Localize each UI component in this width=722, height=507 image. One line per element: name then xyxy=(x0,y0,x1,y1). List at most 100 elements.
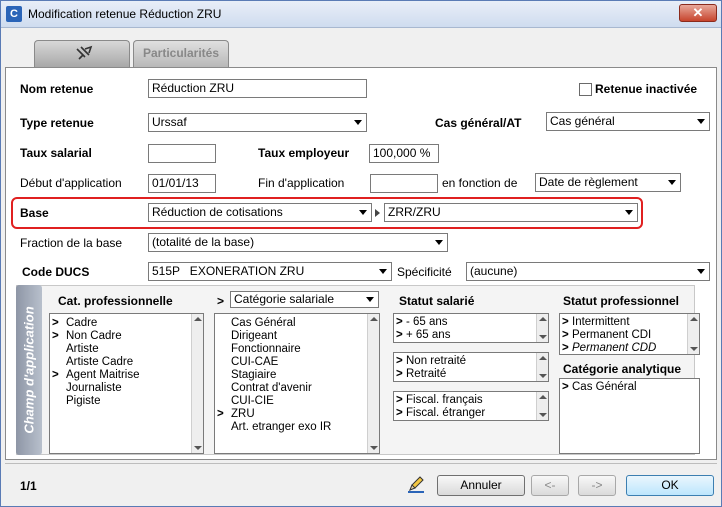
list-item-label: CUI-CAE xyxy=(231,356,279,368)
taux-employeur-input[interactable]: 100,000 % xyxy=(369,144,439,163)
list-item[interactable]: Artiste xyxy=(50,343,203,356)
list-item-label: Fiscal. français xyxy=(406,394,483,406)
nom-retenue-input[interactable]: Réduction ZRU xyxy=(148,79,367,98)
fraction-label: Fraction de la base xyxy=(20,236,123,250)
scroll-up-icon xyxy=(539,395,547,399)
list-item-marker: > xyxy=(562,381,569,393)
next-button[interactable]: -> xyxy=(578,475,616,496)
prev-button[interactable]: <- xyxy=(531,475,569,496)
close-button[interactable]: ✕ xyxy=(679,4,717,22)
list-item-label: Pigiste xyxy=(66,395,101,407)
list-item[interactable]: > Non Cadre xyxy=(50,330,203,343)
list-item[interactable]: > + 65 ans xyxy=(394,329,548,342)
scroll-up-icon xyxy=(690,317,698,321)
list-item-label: + 65 ans xyxy=(406,329,451,341)
code-ducs-select[interactable]: 515P EXONERATION ZRU xyxy=(148,262,392,281)
taux-salarial-input[interactable] xyxy=(148,144,216,163)
scroll-up-icon xyxy=(539,356,547,360)
chevron-down-icon xyxy=(668,180,676,185)
dialog-window: C Modification retenue Réduction ZRU ✕ P… xyxy=(0,0,722,507)
cat-sal-select[interactable]: Catégorie salariale xyxy=(230,291,379,308)
list-item[interactable]: > Agent Maitrise xyxy=(50,369,203,382)
list-item-marker: > xyxy=(52,330,59,342)
cat-pro-list[interactable]: > Cadre > Non Cadre Artiste Artiste Cadre > Age… xyxy=(49,313,204,454)
list-item[interactable]: > Cadre xyxy=(50,317,203,330)
scrollbar[interactable] xyxy=(536,353,548,381)
retenue-inactivee-checkbox[interactable] xyxy=(579,83,592,96)
list-item-label: Permanent CDD xyxy=(572,342,657,354)
scroll-up-icon xyxy=(194,317,202,321)
list-item[interactable]: Dirigeant xyxy=(215,330,379,343)
scroll-down-icon xyxy=(539,335,547,339)
list-item[interactable]: > Intermittent xyxy=(560,316,699,329)
list-item[interactable]: > - 65 ans xyxy=(394,316,548,329)
list-item[interactable]: > Non retraité xyxy=(394,355,548,368)
tab-general[interactable] xyxy=(34,40,130,67)
pencil-icon[interactable] xyxy=(406,474,426,494)
list-item[interactable]: Art. etranger exo IR xyxy=(215,421,379,434)
scrollbar[interactable] xyxy=(536,314,548,342)
list-item-label: Agent Maitrise xyxy=(66,369,140,381)
debut-application-input[interactable]: 01/01/13 xyxy=(148,174,216,193)
chevron-down-icon xyxy=(435,240,443,245)
base-highlight-frame xyxy=(11,197,643,229)
cat-ana-list[interactable]: > Cas Général xyxy=(559,378,700,454)
list-item[interactable]: > Retraité xyxy=(394,368,548,381)
cas-general-select[interactable]: Cas général xyxy=(546,112,710,131)
statut-pro-title: Statut professionnel xyxy=(563,294,680,308)
scroll-down-icon xyxy=(370,446,378,450)
list-item-label: Fonctionnaire xyxy=(231,343,301,355)
list-item[interactable]: CUI-CIE xyxy=(215,395,379,408)
scrollbar[interactable] xyxy=(191,314,203,453)
taux-employeur-label: Taux employeur xyxy=(258,146,350,160)
pin-icon xyxy=(76,45,93,60)
list-item-label: Permanent CDI xyxy=(572,329,652,341)
list-item[interactable]: > Fiscal. français xyxy=(394,394,548,407)
annuler-button[interactable]: Annuler xyxy=(437,475,525,496)
list-item-label: Artiste Cadre xyxy=(66,356,134,368)
fraction-select[interactable]: (totalité de la base) xyxy=(148,233,448,252)
en-fonction-select[interactable]: Date de règlement xyxy=(535,173,681,192)
cat-sal-list[interactable]: Cas Général Dirigeant Fonctionnaire CUI-CAE… xyxy=(214,313,380,454)
statut-sal-title: Statut salarié xyxy=(399,294,475,308)
title-bar: C Modification retenue Réduction ZRU ✕ xyxy=(1,1,721,28)
chevron-down-icon xyxy=(697,269,705,274)
type-retenue-select[interactable]: Urssaf xyxy=(148,113,367,132)
list-item[interactable]: Cas Général xyxy=(215,317,379,330)
list-item-label: ZRU xyxy=(231,408,255,420)
list-item-label: Non Cadre xyxy=(66,330,122,342)
list-item-marker: > xyxy=(396,355,403,367)
list-item[interactable]: Pigiste xyxy=(50,395,203,408)
list-item[interactable]: Fonctionnaire xyxy=(215,343,379,356)
ok-button[interactable]: OK xyxy=(626,475,714,496)
list-item[interactable]: Contrat d'avenir xyxy=(215,382,379,395)
scrollbar[interactable] xyxy=(367,314,379,453)
debut-application-label: Début d'application xyxy=(20,176,122,190)
list-item[interactable]: > Fiscal. étranger xyxy=(394,407,548,420)
statut-pro-list[interactable]: > Intermittent > Permanent CDI > Permanent CD… xyxy=(559,313,700,355)
age-list[interactable]: > - 65 ans > + 65 ans xyxy=(393,313,549,343)
fiscal-list[interactable]: > Fiscal. français > Fiscal. étranger xyxy=(393,391,549,421)
list-item-marker: > xyxy=(562,342,569,354)
list-item[interactable]: Stagiaire xyxy=(215,369,379,382)
list-item[interactable]: CUI-CAE xyxy=(215,356,379,369)
chevron-down-icon xyxy=(354,120,362,125)
scrollbar[interactable] xyxy=(536,392,548,420)
list-item[interactable]: > Permanent CDI xyxy=(560,329,699,342)
fin-application-input[interactable] xyxy=(370,174,438,193)
list-item[interactable]: > Cas Général xyxy=(560,381,699,394)
specificite-select[interactable]: (aucune) xyxy=(466,262,710,281)
retraite-list[interactable]: > Non retraité > Retraité xyxy=(393,352,549,382)
tab-particularites[interactable]: Particularités xyxy=(133,40,229,67)
list-item[interactable]: > ZRU xyxy=(215,408,379,421)
list-item-marker: > xyxy=(52,369,59,381)
window-title: Modification retenue Réduction ZRU xyxy=(28,7,222,21)
scroll-down-icon xyxy=(690,347,698,351)
scrollbar[interactable] xyxy=(687,314,699,354)
list-item-label: Retraité xyxy=(406,368,447,380)
list-item[interactable]: Artiste Cadre xyxy=(50,356,203,369)
list-item[interactable]: > Permanent CDD xyxy=(560,342,699,354)
list-item-label: Journaliste xyxy=(66,382,122,394)
list-item-label: Artiste xyxy=(66,343,99,355)
list-item[interactable]: Journaliste xyxy=(50,382,203,395)
